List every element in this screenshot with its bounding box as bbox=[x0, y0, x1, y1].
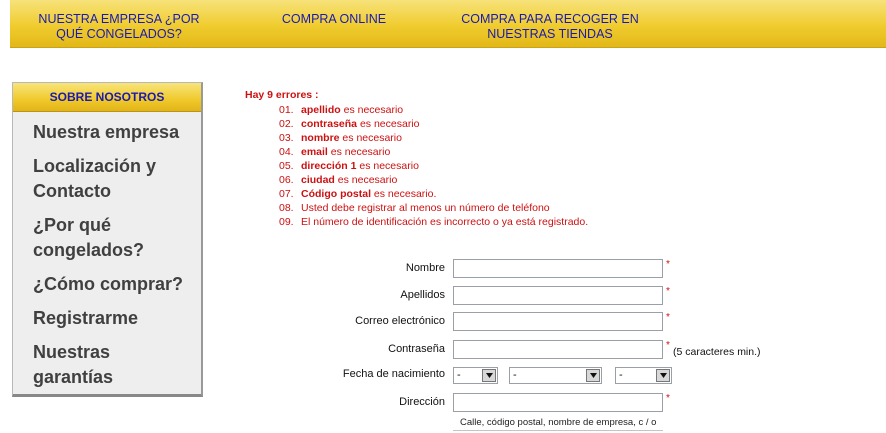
error-field: Código postal bbox=[301, 188, 371, 200]
birth-year-select[interactable]: - bbox=[615, 367, 672, 384]
error-number: 03. bbox=[279, 132, 294, 144]
birth-year-value: - bbox=[619, 369, 623, 381]
password-input[interactable] bbox=[453, 340, 663, 359]
error-number: 04. bbox=[279, 146, 294, 158]
required-mark: * bbox=[666, 393, 670, 404]
error-field: contraseña bbox=[301, 118, 358, 130]
error-field: ciudad bbox=[301, 174, 335, 186]
error-text: Usted debe registrar al menos un número … bbox=[301, 202, 550, 214]
error-field: apellido bbox=[301, 104, 341, 116]
divider bbox=[453, 430, 663, 431]
error-field: dirección 1 bbox=[301, 160, 357, 172]
error-text: es necesario bbox=[327, 146, 391, 158]
birth-month-value: - bbox=[513, 369, 517, 381]
error-text: es necesario bbox=[356, 160, 419, 172]
error-text: El número de identificación es incorrect… bbox=[301, 216, 589, 228]
error-title: Hay 9 errores : bbox=[245, 89, 319, 101]
birth-day-value: - bbox=[457, 369, 461, 381]
nav-link-compra-online[interactable]: COMPRA ONLINE bbox=[274, 12, 394, 27]
sidebar-item-nuestra-empresa[interactable]: Nuestra empresa bbox=[33, 120, 201, 145]
chevron-down-icon[interactable] bbox=[482, 369, 496, 382]
chevron-down-icon[interactable] bbox=[586, 369, 600, 382]
address-hint: Calle, código postal, nombre de empresa,… bbox=[460, 417, 657, 428]
required-mark: * bbox=[666, 340, 670, 351]
required-mark: * bbox=[666, 259, 670, 270]
nav-link-compra-recoger[interactable]: COMPRA PARA RECOGER EN NUESTRAS TIENDAS bbox=[446, 12, 654, 42]
error-item: 09. El número de identificación es incorr… bbox=[245, 215, 588, 229]
error-item: 05. dirección 1 es necesario bbox=[245, 159, 588, 173]
error-item: 06. ciudad es necesario bbox=[245, 173, 588, 187]
sidebar-item-registrarme[interactable]: Registrarme bbox=[33, 306, 201, 331]
required-mark: * bbox=[666, 286, 670, 297]
apellidos-label: Apellidos bbox=[400, 289, 445, 301]
error-field: nombre bbox=[301, 132, 340, 144]
error-number: 07. bbox=[279, 188, 294, 200]
error-number: 09. bbox=[279, 216, 294, 228]
birth-day-select[interactable]: - bbox=[453, 367, 498, 384]
error-text: es necesario bbox=[340, 104, 404, 116]
address-label: Dirección bbox=[399, 396, 445, 408]
error-item: 02. contraseña es necesario bbox=[245, 117, 588, 131]
sidebar-menu: Nuestra empresa Localización y Contacto … bbox=[13, 112, 201, 390]
apellidos-input[interactable] bbox=[453, 286, 663, 305]
error-item: 03. nombre es necesario bbox=[245, 131, 588, 145]
sidebar-item-garantias[interactable]: Nuestras garantías bbox=[33, 340, 201, 390]
chevron-down-icon[interactable] bbox=[656, 369, 670, 382]
sidebar-item-como-comprar[interactable]: ¿Cómo comprar? bbox=[33, 272, 201, 297]
error-text: es necesario bbox=[357, 118, 420, 130]
sidebar-item-por-que-congelados[interactable]: ¿Por qué congelados? bbox=[33, 213, 201, 263]
error-text: es necesario. bbox=[371, 188, 437, 200]
top-nav-bar: NUESTRA EMPRESA ¿POR QUÉ CONGELADOS? COM… bbox=[10, 0, 886, 48]
error-number: 01. bbox=[279, 104, 294, 116]
error-list: Hay 9 errores : 01. apellido es necesario… bbox=[245, 89, 588, 229]
nombre-input[interactable] bbox=[453, 259, 663, 278]
error-text: es necesario bbox=[334, 174, 398, 186]
error-number: 02. bbox=[279, 118, 294, 130]
error-number: 08. bbox=[279, 202, 294, 214]
required-mark: * bbox=[666, 312, 670, 323]
birth-month-select[interactable]: - bbox=[509, 367, 602, 384]
address-input[interactable] bbox=[453, 393, 663, 412]
nombre-label: Nombre bbox=[405, 262, 445, 274]
error-number: 06. bbox=[279, 174, 294, 186]
sidebar: SOBRE NOSOTROS Nuestra empresa Localizac… bbox=[12, 82, 203, 397]
error-item: 01. apellido es necesario bbox=[245, 103, 588, 117]
password-label: Contraseña bbox=[388, 343, 445, 355]
error-item: 08. Usted debe registrar al menos un núme… bbox=[245, 201, 588, 215]
error-number: 05. bbox=[279, 160, 294, 172]
error-item: 07. Código postal es necesario. bbox=[245, 187, 588, 201]
password-hint: (5 caracteres min.) bbox=[673, 346, 761, 358]
nav-link-nuestra-empresa[interactable]: NUESTRA EMPRESA ¿POR QUÉ CONGELADOS? bbox=[28, 12, 210, 42]
birth-date-label: Fecha de nacimiento bbox=[342, 368, 445, 380]
error-item: 04. email es necesario bbox=[245, 145, 588, 159]
error-field: email bbox=[301, 146, 328, 158]
sidebar-item-localizacion[interactable]: Localización y Contacto bbox=[33, 154, 201, 204]
sidebar-header: SOBRE NOSOTROS bbox=[13, 83, 201, 112]
email-input[interactable] bbox=[453, 312, 663, 331]
email-label: Correo electrónico bbox=[355, 315, 445, 327]
error-text: es necesario bbox=[339, 132, 402, 144]
